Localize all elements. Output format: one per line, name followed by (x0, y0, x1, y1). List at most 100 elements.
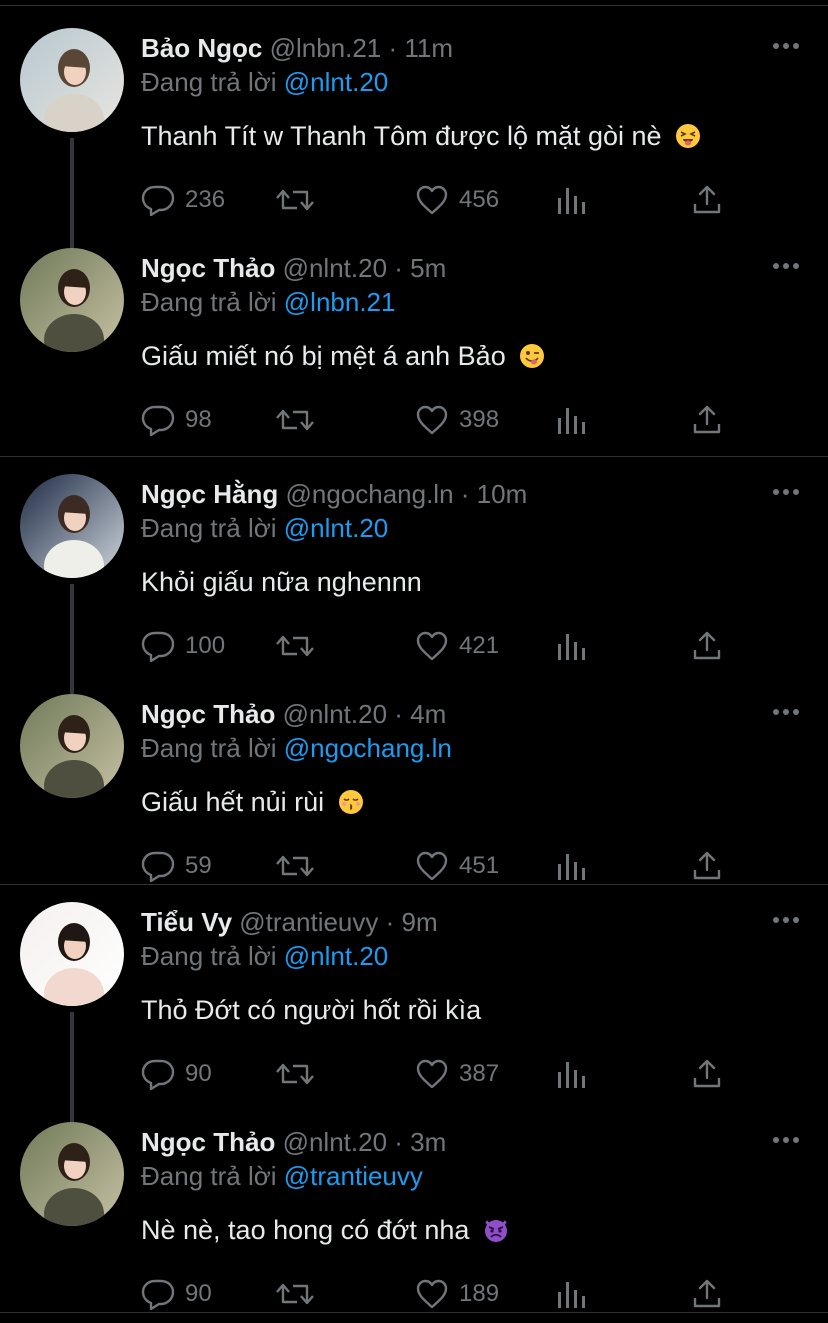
tweet[interactable]: Ngọc Hằng @ngochang.ln · 10m Đang trả lờ… (0, 474, 828, 694)
more-options-button[interactable] (772, 1126, 800, 1154)
timestamp[interactable]: 10m (477, 479, 528, 509)
speech-bubble-icon (141, 1279, 175, 1310)
reply-mention-link[interactable]: @nlnt.20 (284, 67, 388, 97)
reply-count: 236 (185, 186, 226, 213)
like-button[interactable]: 456 (415, 180, 499, 220)
like-button[interactable]: 398 (415, 400, 499, 440)
retweet-button[interactable] (275, 846, 315, 886)
reply-button[interactable]: 236 (141, 180, 225, 220)
separator-dot: · (394, 699, 403, 729)
retweet-button[interactable] (275, 626, 315, 666)
bar-chart-icon (558, 188, 585, 214)
author-name[interactable]: Ngọc Thảo (141, 699, 275, 729)
share-button[interactable] (691, 1274, 723, 1314)
avatar[interactable] (20, 474, 124, 578)
retweet-button[interactable] (275, 1274, 315, 1314)
tweet[interactable]: Bảo Ngọc @lnbn.21 · 11m Đang trả lời @nl… (0, 28, 828, 248)
share-icon (693, 1059, 721, 1088)
share-button[interactable] (691, 400, 723, 440)
share-button[interactable] (691, 846, 723, 886)
more-options-button[interactable] (772, 32, 800, 60)
tweet-text: Thỏ Đớt có người hốt rồi kìa (141, 990, 481, 1030)
replying-to-label: Đang trả lời (141, 733, 284, 763)
timestamp[interactable]: 5m (410, 253, 446, 283)
timestamp[interactable]: 4m (410, 699, 446, 729)
reply-mention-link[interactable]: @lnbn.21 (284, 287, 396, 317)
share-icon (693, 405, 721, 434)
reply-mention-link[interactable]: @nlnt.20 (284, 941, 388, 971)
author-name[interactable]: Ngọc Thảo (141, 1127, 275, 1157)
reply-mention-link[interactable]: @nlnt.20 (284, 513, 388, 543)
more-options-button[interactable] (772, 478, 800, 506)
separator-dot: · (460, 479, 470, 509)
retweet-button[interactable] (275, 180, 315, 220)
author-handle[interactable]: @nlnt.20 (283, 253, 395, 283)
separator-dot: · (385, 907, 395, 937)
tweet[interactable]: Tiểu Vy @trantieuvy · 9m Đang trả lời @n… (0, 902, 828, 1122)
tweet[interactable]: Ngọc Thảo @nlnt.20 · 5m Đang trả lời @ln… (0, 248, 828, 468)
speech-bubble-icon (141, 405, 175, 436)
tweet[interactable]: Ngọc Thảo @nlnt.20 · 3m Đang trả lời @tr… (0, 1122, 828, 1323)
view-stats-button[interactable] (555, 1274, 587, 1314)
reply-mention-link[interactable]: @trantieuvy (284, 1161, 423, 1191)
author-handle[interactable]: @trantieuvy (239, 907, 385, 937)
avatar-photo (20, 694, 124, 798)
view-stats-button[interactable] (555, 1054, 587, 1094)
tweet-actions: 90 189 (141, 1274, 741, 1314)
view-stats-button[interactable] (555, 626, 587, 666)
reply-button[interactable]: 90 (141, 1054, 212, 1094)
reply-button[interactable]: 100 (141, 626, 225, 666)
reply-count: 59 (185, 852, 212, 879)
more-dots-icon (773, 1137, 799, 1143)
avatar[interactable] (20, 694, 124, 798)
reply-button[interactable]: 59 (141, 846, 212, 886)
author-name[interactable]: Tiểu Vy (141, 907, 232, 937)
share-button[interactable] (691, 1054, 723, 1094)
author-name[interactable]: Ngọc Hằng (141, 479, 278, 509)
more-options-button[interactable] (772, 698, 800, 726)
view-stats-button[interactable] (555, 400, 587, 440)
tweet-actions: 90 387 (141, 1054, 741, 1094)
like-button[interactable]: 421 (415, 626, 499, 666)
more-dots-icon (773, 489, 799, 495)
author-handle[interactable]: @nlnt.20 (283, 699, 395, 729)
retweet-button[interactable] (275, 400, 315, 440)
author-name[interactable]: Bảo Ngọc (141, 33, 262, 63)
like-button[interactable]: 451 (415, 846, 499, 886)
speech-bubble-icon (141, 185, 175, 216)
avatar[interactable] (20, 248, 124, 352)
reply-mention-link[interactable]: @ngochang.ln (284, 733, 452, 763)
share-button[interactable] (691, 180, 723, 220)
speech-bubble-icon (141, 631, 175, 662)
avatar[interactable] (20, 1122, 124, 1226)
replying-to-line: Đang trả lời @lnbn.21 (141, 284, 395, 320)
tweet[interactable]: Ngọc Thảo @nlnt.20 · 4m Đang trả lời @ng… (0, 694, 828, 914)
like-button[interactable]: 189 (415, 1274, 499, 1314)
reply-button[interactable]: 98 (141, 400, 212, 440)
view-stats-button[interactable] (555, 846, 587, 886)
timestamp[interactable]: 3m (410, 1127, 446, 1157)
author-handle[interactable]: @lnbn.21 (270, 33, 389, 63)
like-count: 387 (459, 1060, 500, 1087)
share-button[interactable] (691, 626, 723, 666)
more-options-button[interactable] (772, 252, 800, 280)
author-handle[interactable]: @ngochang.ln (285, 479, 460, 509)
author-name[interactable]: Ngọc Thảo (141, 253, 275, 283)
reply-button[interactable]: 90 (141, 1274, 212, 1314)
avatar[interactable] (20, 28, 124, 132)
bar-chart-icon (558, 854, 585, 880)
avatar-photo (20, 1122, 124, 1226)
like-button[interactable]: 387 (415, 1054, 499, 1094)
timestamp[interactable]: 9m (402, 907, 438, 937)
bar-chart-icon (558, 1282, 585, 1308)
separator-dot: · (388, 33, 398, 63)
more-options-button[interactable] (772, 906, 800, 934)
separator-dot: · (394, 1127, 403, 1157)
author-handle[interactable]: @nlnt.20 (283, 1127, 395, 1157)
tweet-header: Ngọc Thảo @nlnt.20 · 4m (141, 694, 446, 734)
retweet-button[interactable] (275, 1054, 315, 1094)
timestamp[interactable]: 11m (404, 33, 453, 63)
heart-icon (416, 185, 448, 215)
avatar[interactable] (20, 902, 124, 1006)
view-stats-button[interactable] (555, 180, 587, 220)
